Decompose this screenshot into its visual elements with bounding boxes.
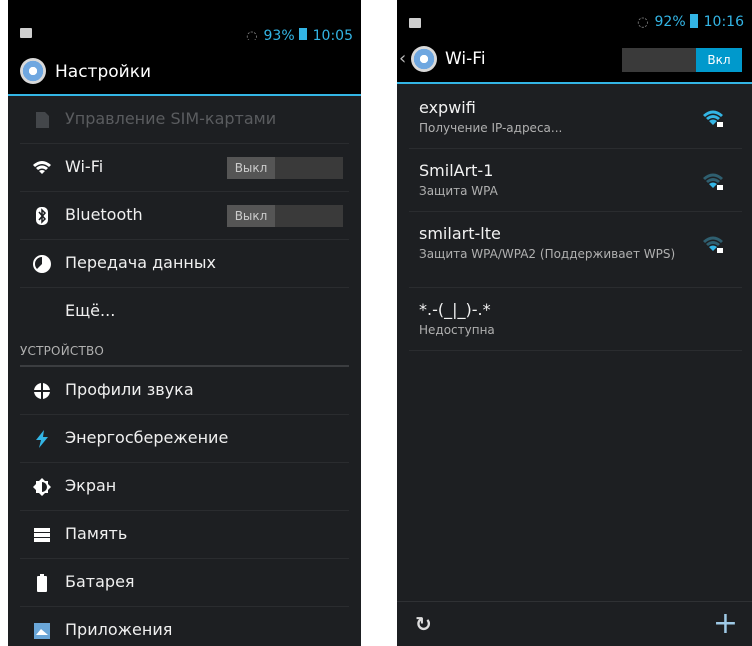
picture-notification-icon [409,18,421,28]
settings-list: Управление SIM-картами Wi-Fi Выкл Blueto… [8,96,361,646]
picture-notification-icon [20,28,32,38]
network-ssid: expwifi [419,98,476,117]
settings-item-sim: Управление SIM-картами [20,96,349,144]
status-bar: ◌ 93% 10:05 [8,0,361,44]
wifi-screen: ◌ 92% 10:16 ‹ Wi-Fi Вкл expwifi Получение … [397,0,752,646]
wifi-icon [33,161,51,174]
add-network-icon[interactable]: + [713,606,738,641]
wifi-network-item[interactable]: smilart-lte Защита WPA/WPA2 (Поддерживае… [409,212,742,288]
battery-icon [37,574,47,592]
wifi-master-toggle[interactable]: Вкл [622,48,742,72]
wifi-signal-strong-icon [703,110,723,127]
status-indicators: ◌ 92% 10:16 [637,14,744,30]
network-ssid: SmilArt-1 [419,161,494,180]
wifi-signal-weak-icon [703,173,723,190]
settings-item-label: Энергосбережение [65,428,229,447]
settings-item-label: Профили звука [65,380,194,399]
settings-item-display[interactable]: Экран [20,463,349,511]
wifi-signal-weak-icon [703,236,723,253]
network-status: Получение IP-адреса... [419,121,563,135]
settings-item-power-saving[interactable]: Энергосбережение [20,415,349,463]
wifi-toggle[interactable]: Выкл [227,157,343,179]
network-status: Защита WPA [419,184,498,198]
storage-icon [34,528,50,542]
settings-item-label: Wi-Fi [65,157,104,176]
power-saving-icon [36,430,48,448]
toggle-on-label: Вкл [696,48,742,72]
display-icon [33,478,51,496]
settings-item-label: Батарея [65,572,135,591]
data-usage-icon [33,255,51,273]
network-status: Недоступна [419,323,495,337]
settings-gear-icon[interactable] [411,46,437,72]
settings-item-bluetooth[interactable]: Bluetooth Выкл [20,192,349,240]
settings-item-data-usage[interactable]: Передача данных [20,240,349,288]
settings-item-wifi[interactable]: Wi-Fi Выкл [20,144,349,192]
wifi-network-item[interactable]: expwifi Получение IP-адреса... [409,86,742,149]
apps-icon [34,623,50,639]
section-header-device: УСТРОЙСТВО [20,335,349,367]
page-title: Wi-Fi [445,49,486,69]
settings-item-label: Bluetooth [65,205,143,224]
settings-item-storage[interactable]: Память [20,511,349,559]
toggle-off-label: Выкл [227,205,275,227]
status-bar: ◌ 92% 10:16 [397,0,752,36]
wifi-network-list: expwifi Получение IP-адреса... SmilArt-1… [397,86,752,351]
network-ssid: *.-(_|_)-.* [419,300,491,319]
toggle-off-label: Выкл [227,157,275,179]
battery-status-icon [689,14,698,28]
bluetooth-toggle[interactable]: Выкл [227,205,343,227]
settings-screen: ◌ 93% 10:05 Настройки Управление SIM-карта… [8,0,361,646]
page-title: Настройки [55,62,152,82]
settings-item-label: Память [65,524,128,543]
settings-gear-icon[interactable] [20,58,46,84]
wifi-network-item[interactable]: SmilArt-1 Защита WPA [409,149,742,212]
sound-profile-icon [33,382,51,400]
action-bar: ‹ Wi-Fi Вкл [397,36,752,84]
settings-item-battery[interactable]: Батарея [20,559,349,607]
network-ssid: smilart-lte [419,224,501,243]
action-bar: Настройки [8,40,361,96]
bluetooth-icon [36,207,48,225]
wifi-network-item[interactable]: *.-(_|_)-.* Недоступна [409,288,742,351]
sim-card-icon [36,112,49,128]
refresh-scan-icon[interactable]: ↻ [415,612,432,636]
battery-percent: 92% [654,14,686,30]
settings-item-label: Экран [65,476,117,495]
section-header-label: УСТРОЙСТВО [20,344,105,358]
settings-item-label: Передача данных [65,253,216,272]
settings-item-apps[interactable]: Приложения [20,607,349,646]
sync-icon: ◌ [637,15,649,30]
settings-item-more[interactable]: Ещё... [20,288,349,335]
settings-item-label: Приложения [65,620,173,639]
settings-item-label: Управление SIM-картами [65,109,277,128]
clock: 10:16 [703,14,744,30]
network-status: Защита WPA/WPA2 (Поддерживает WPS) [419,247,676,261]
settings-item-sound-profiles[interactable]: Профили звука [20,367,349,415]
settings-item-label: Ещё... [65,301,116,320]
bottom-action-bar: ↻ + [397,601,752,646]
back-chevron-icon[interactable]: ‹ [399,48,406,69]
